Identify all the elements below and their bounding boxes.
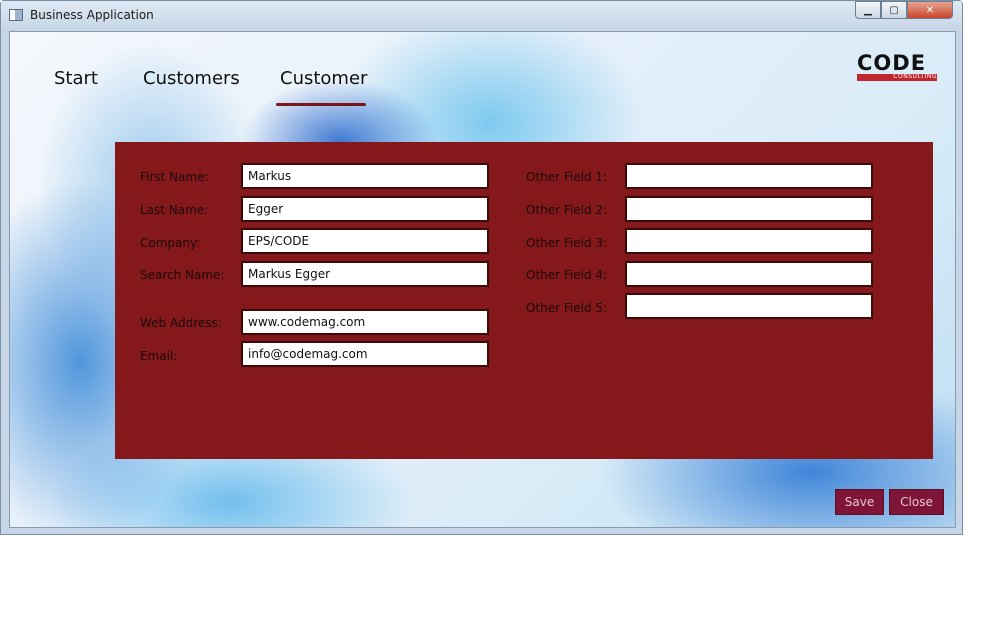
email-label: Email: [140, 349, 178, 363]
other-field-5-label: Other Field 5: [526, 301, 608, 315]
nav-tab-customer[interactable]: Customer [280, 68, 367, 89]
email-field[interactable] [241, 341, 489, 367]
first-name-field[interactable] [241, 163, 489, 189]
search-name-label: Search Name: [140, 268, 225, 282]
web-address-field[interactable] [241, 309, 489, 335]
code-consulting-logo: CODE CONSULTING [857, 51, 937, 81]
other-field-2-label: Other Field 2: [526, 203, 608, 217]
first-name-label: First Name: [140, 170, 209, 184]
minimize-icon[interactable]: ▁ [855, 1, 881, 19]
nav-tab-customers[interactable]: Customers [143, 68, 240, 89]
last-name-field[interactable] [241, 196, 489, 222]
other-field-4-label: Other Field 4: [526, 268, 608, 282]
last-name-label: Last Name: [140, 203, 209, 217]
company-field[interactable] [241, 228, 489, 254]
app-window-icon [9, 9, 23, 21]
other-field-3-label: Other Field 3: [526, 236, 608, 250]
search-name-field[interactable] [241, 261, 489, 287]
application-window: Business Application ▁ ▢ ✕ Start Custome… [0, 0, 963, 535]
company-label: Company: [140, 236, 201, 250]
window-controls: ▁ ▢ ✕ [855, 1, 953, 21]
other-field-4[interactable] [625, 261, 873, 287]
other-field-1-label: Other Field 1: [526, 170, 608, 184]
save-button[interactable]: Save [835, 489, 884, 515]
other-field-1[interactable] [625, 163, 873, 189]
other-field-5[interactable] [625, 293, 873, 319]
nav-tab-start[interactable]: Start [54, 68, 98, 89]
close-window-icon[interactable]: ✕ [907, 1, 953, 19]
title-bar[interactable]: Business Application [1, 1, 962, 31]
client-area: Start Customers Customer CODE CONSULTING… [9, 31, 956, 528]
close-button[interactable]: Close [889, 489, 944, 515]
web-address-label: Web Address: [140, 316, 222, 330]
customer-form-panel: First Name: Last Name: Company: Search N… [115, 142, 933, 459]
window-title: Business Application [30, 8, 154, 22]
active-tab-indicator [276, 103, 366, 106]
maximize-icon[interactable]: ▢ [881, 1, 907, 19]
other-field-2[interactable] [625, 196, 873, 222]
other-field-3[interactable] [625, 228, 873, 254]
